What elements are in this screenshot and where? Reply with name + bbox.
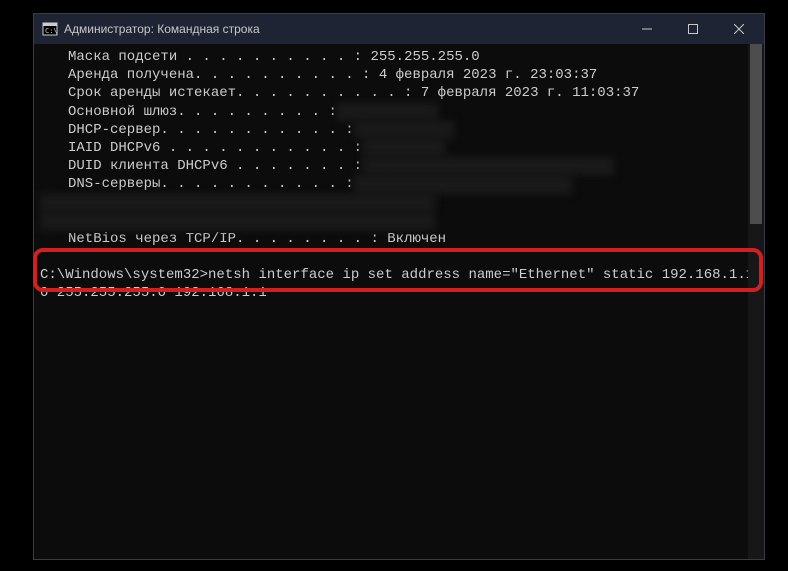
output-line: 192.168.0.1 [40,212,758,230]
output-line: DUID клиента DHCPv6 . . . . . . . : 00-0… [40,157,758,175]
output-line: DNS-серверы. . . . . . . . . . . : fe80:… [40,175,758,193]
prompt-path: C:\Windows\system32> [40,267,208,283]
output-line: Основной шлюз. . . . . . . . . : 192.168… [40,103,758,121]
maximize-button[interactable] [670,14,716,44]
svg-text:C:\: C:\ [45,27,58,35]
scrollbar-thumb[interactable] [750,44,762,224]
cmd-window: C:\ Администратор: Командная строка [33,13,765,560]
command-prompt-line: C:\Windows\system32>netsh interface ip s… [40,266,758,302]
window-title: Администратор: Командная строка [64,22,624,36]
output-line: DHCP-сервер. . . . . . . . . . . : 192.1… [40,121,758,139]
output-line: 192.168.0.1 [40,194,758,212]
screenshot-frame: C:\ Администратор: Командная строка [0,0,788,571]
minimize-button[interactable] [624,14,670,44]
output-line: Маска подсети . . . . . . . . . . : 255.… [40,48,758,66]
terminal-output[interactable]: Маска подсети . . . . . . . . . . : 255.… [34,44,764,559]
window-controls [624,14,762,44]
cmd-icon: C:\ [42,21,58,37]
scrollbar[interactable] [748,44,764,559]
output-line: NetBios через TCP/IP. . . . . . . . : Вк… [40,230,758,248]
output-line: Срок аренды истекает. . . . . . . . . . … [40,84,758,102]
close-button[interactable] [716,14,762,44]
titlebar[interactable]: C:\ Администратор: Командная строка [34,14,764,44]
output-line: IAID DHCPv6 . . . . . . . . . . . : 1234… [40,139,758,157]
output-line: Аренда получена. . . . . . . . . . : 4 ф… [40,66,758,84]
